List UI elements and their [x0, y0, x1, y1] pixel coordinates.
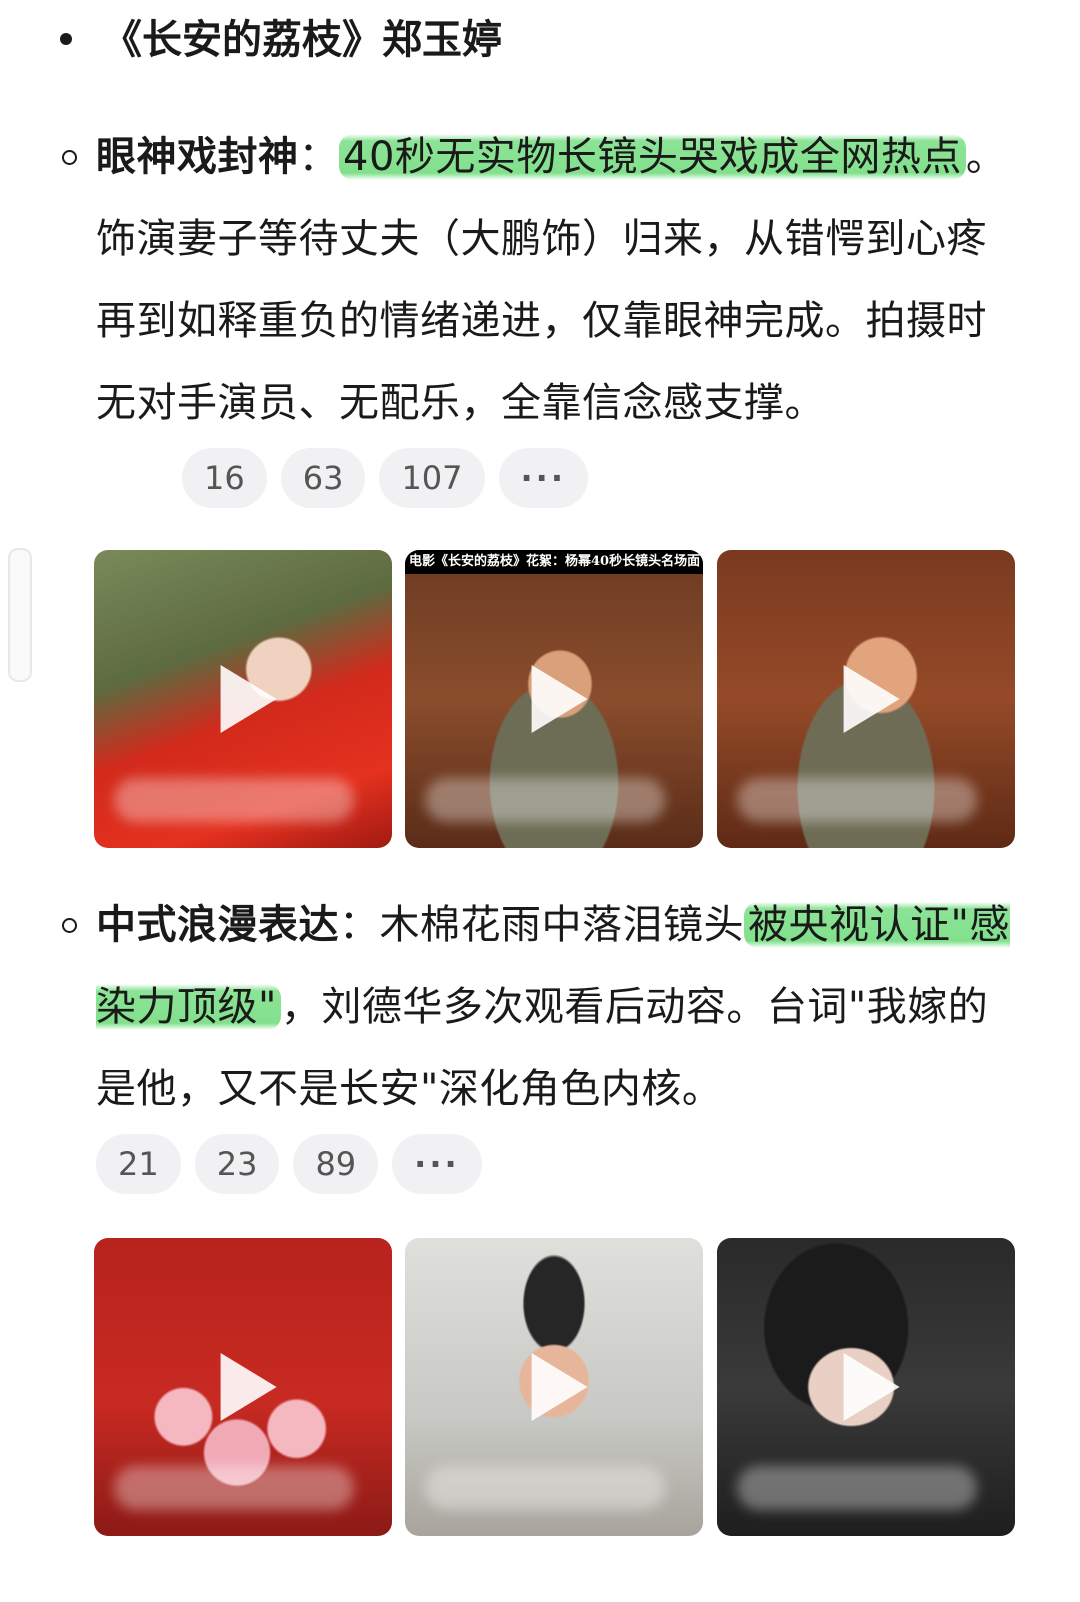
video-thumbnail[interactable]	[717, 1238, 1015, 1536]
reaction-pill[interactable]: 63	[280, 448, 366, 508]
scrollbar[interactable]	[8, 548, 32, 682]
section-2-label: 中式浪漫表达	[96, 902, 339, 948]
video-thumbnail[interactable]: 电影《长安的荔枝》花絮：杨幂40秒长镜头名场面	[405, 550, 703, 848]
blurred-caption	[737, 778, 977, 822]
reaction-pill[interactable]: 107	[379, 448, 485, 508]
sub-bullet-icon	[62, 918, 77, 933]
video-banner: 电影《长安的荔枝》花絮：杨幂40秒长镜头名场面	[405, 550, 703, 574]
section-2-body-start: 木棉花雨中落泪镜头	[379, 902, 744, 948]
section-1-highlight: 40秒无实物长镜头哭戏成全网热点	[339, 134, 966, 180]
more-button[interactable]: ···	[392, 1134, 482, 1194]
sub-bullet-icon	[62, 150, 77, 165]
blurred-caption	[425, 1466, 665, 1510]
play-icon[interactable]	[843, 665, 900, 733]
video-thumbnail[interactable]	[94, 1238, 392, 1536]
play-icon[interactable]	[531, 1353, 588, 1421]
blurred-caption	[737, 1466, 977, 1510]
reaction-pill[interactable]: 21	[96, 1134, 181, 1194]
page-title: 《长安的荔枝》郑玉婷	[60, 10, 502, 70]
play-icon[interactable]	[843, 1353, 900, 1421]
reaction-pill[interactable]: 23	[194, 1134, 280, 1194]
play-icon[interactable]	[531, 665, 588, 733]
reaction-pill[interactable]: 89	[293, 1134, 379, 1194]
video-thumbnail[interactable]	[405, 1238, 703, 1536]
section-2-reactions: 21 23 89 ···	[96, 1134, 496, 1200]
more-button[interactable]: ···	[498, 448, 588, 508]
section-2-text: 中式浪漫表达：木棉花雨中落泪镜头 被央视认证"感染力顶级" ，刘德华多次观看后动容。…	[96, 902, 1010, 1112]
section-1-label: 眼神戏封神	[96, 134, 299, 180]
bullet-icon	[60, 33, 72, 45]
play-icon[interactable]	[220, 1353, 277, 1421]
section-1-reactions: 16 63 107 ···	[182, 448, 602, 514]
blurred-caption	[114, 1466, 354, 1510]
section-1-text: 眼神戏封神： 40秒无实物长镜头哭戏成全网热点 。饰演妻子等待丈夫（大鹏饰）归来，从…	[96, 134, 1007, 426]
blurred-caption	[425, 778, 665, 822]
video-thumbnail[interactable]	[94, 550, 392, 848]
play-icon[interactable]	[220, 665, 277, 733]
video-thumbnail[interactable]	[717, 550, 1015, 848]
reaction-pill[interactable]: 16	[182, 448, 267, 508]
blurred-caption	[114, 778, 354, 822]
